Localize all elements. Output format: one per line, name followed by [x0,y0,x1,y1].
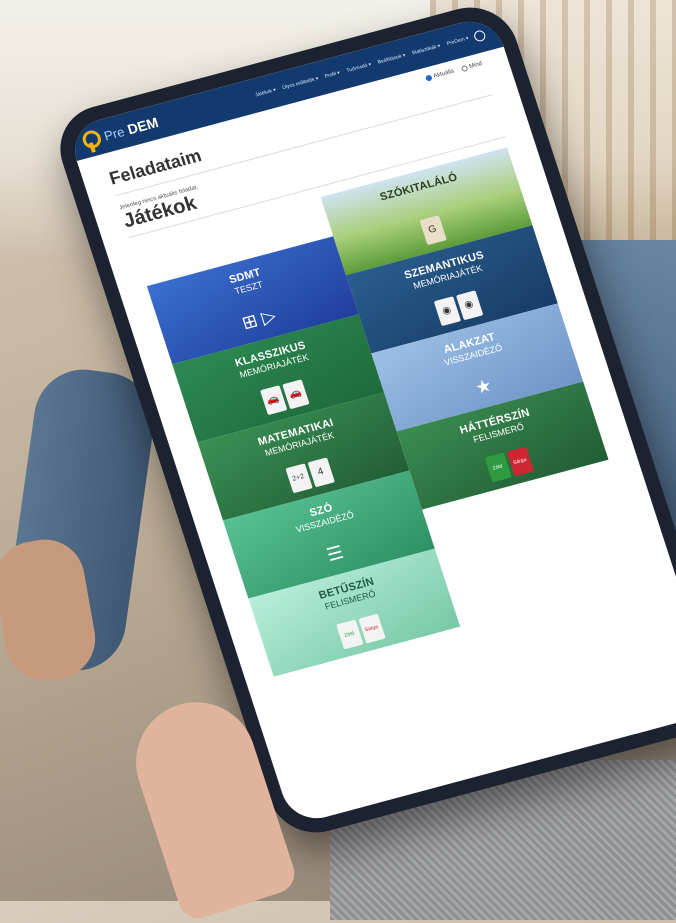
red-word-card: Sárga [357,613,386,644]
tile-sdmt-title: SDMT [227,266,263,287]
nav-item-predem[interactable]: PreDem ▾ [446,36,469,47]
radio-current-dot [425,74,433,82]
card-car-icon: 🚗 [281,379,310,410]
head-star-icon: ★ [472,374,495,399]
games-grid: SDMT TESZT ⊞ ▷ KLASSZIKUS MEMÓRIAJÁTÉK 🚗… [134,147,646,677]
cards-icon: 🚗 🚗 [259,379,310,416]
card-face-icon: ◉ [455,290,483,321]
nav-item-exercises[interactable]: Ülyes erőltetők ▾ [282,76,320,91]
logo-dem-text: DEM [125,114,161,138]
user-account-icon[interactable] [472,28,487,43]
color-cards-icon: Zöld Sárga [484,446,534,483]
cards-icon: ◉ ◉ [433,290,483,327]
radio-all-dot [460,64,469,73]
nav-item-statistics[interactable]: Statisztikák ▾ [411,43,441,56]
nav-item-info[interactable]: Tudnivaló ▾ [346,62,372,74]
letter-g-card: G [418,215,447,246]
logo-pre-text: Pre [102,123,127,144]
nav-item-profile[interactable]: Profil ▾ [324,70,341,80]
plus-greater-icon: ⊞ ▷ [239,305,279,334]
nav-item-games[interactable]: Játékok ▾ [255,87,277,98]
letter-g-card-icon: G [418,215,447,246]
nav-item-settings[interactable]: Beállítások ▾ [377,53,406,66]
color-cards-icon: Zöld Sárga [335,613,386,650]
logo-mark-icon [80,128,104,151]
cards-icon: 2+2 4 [284,457,335,494]
head-lines-icon: ☰ [324,541,346,566]
red-card: Sárga [506,446,534,477]
math-card-result: 4 [307,457,335,488]
